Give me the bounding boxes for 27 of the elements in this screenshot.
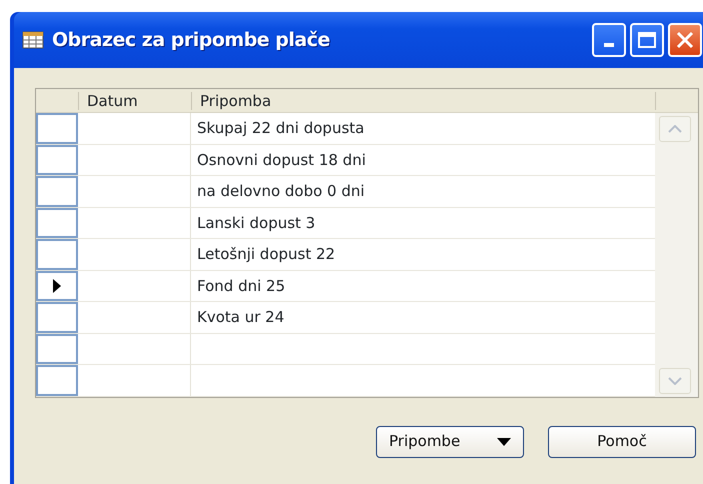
minimize-icon — [604, 43, 614, 47]
table-cell-text: Letošnji dopust 22 — [197, 244, 336, 265]
table-cell-text: Skupaj 22 dni dopusta — [197, 118, 364, 139]
column-header[interactable]: Pripomba — [191, 92, 655, 110]
current-row-icon — [53, 278, 61, 293]
down-icon — [668, 376, 682, 384]
table-cell-text: na delovno dobo 0 dni — [197, 181, 365, 202]
help-button[interactable]: Pomoč — [548, 426, 696, 458]
maximize-button[interactable] — [630, 23, 664, 57]
window-title: Obrazec za pripombe plače — [52, 28, 331, 53]
scroll-up-button[interactable] — [659, 116, 691, 142]
scrollbar[interactable] — [655, 113, 698, 396]
caret-icon — [497, 438, 511, 446]
close-icon — [675, 30, 695, 50]
table-icon — [22, 31, 44, 49]
row-selector[interactable] — [36, 270, 78, 301]
scroll-down-button[interactable] — [659, 368, 691, 394]
minimize-button[interactable] — [592, 23, 626, 57]
dropdown-button[interactable]: Pripombe — [376, 426, 524, 458]
table-cell-text: Osnovni dopust 18 dni — [197, 150, 366, 170]
table-cell-text: Fond dni 25 — [197, 276, 286, 296]
table-cell-text: Lanski dopust 3 — [197, 212, 316, 234]
close-button[interactable] — [668, 23, 702, 57]
column-header[interactable]: Datum — [78, 92, 191, 110]
up-icon — [668, 125, 682, 133]
maximize-icon — [637, 31, 657, 49]
table-cell-text: Kvota ur 24 — [197, 307, 284, 328]
